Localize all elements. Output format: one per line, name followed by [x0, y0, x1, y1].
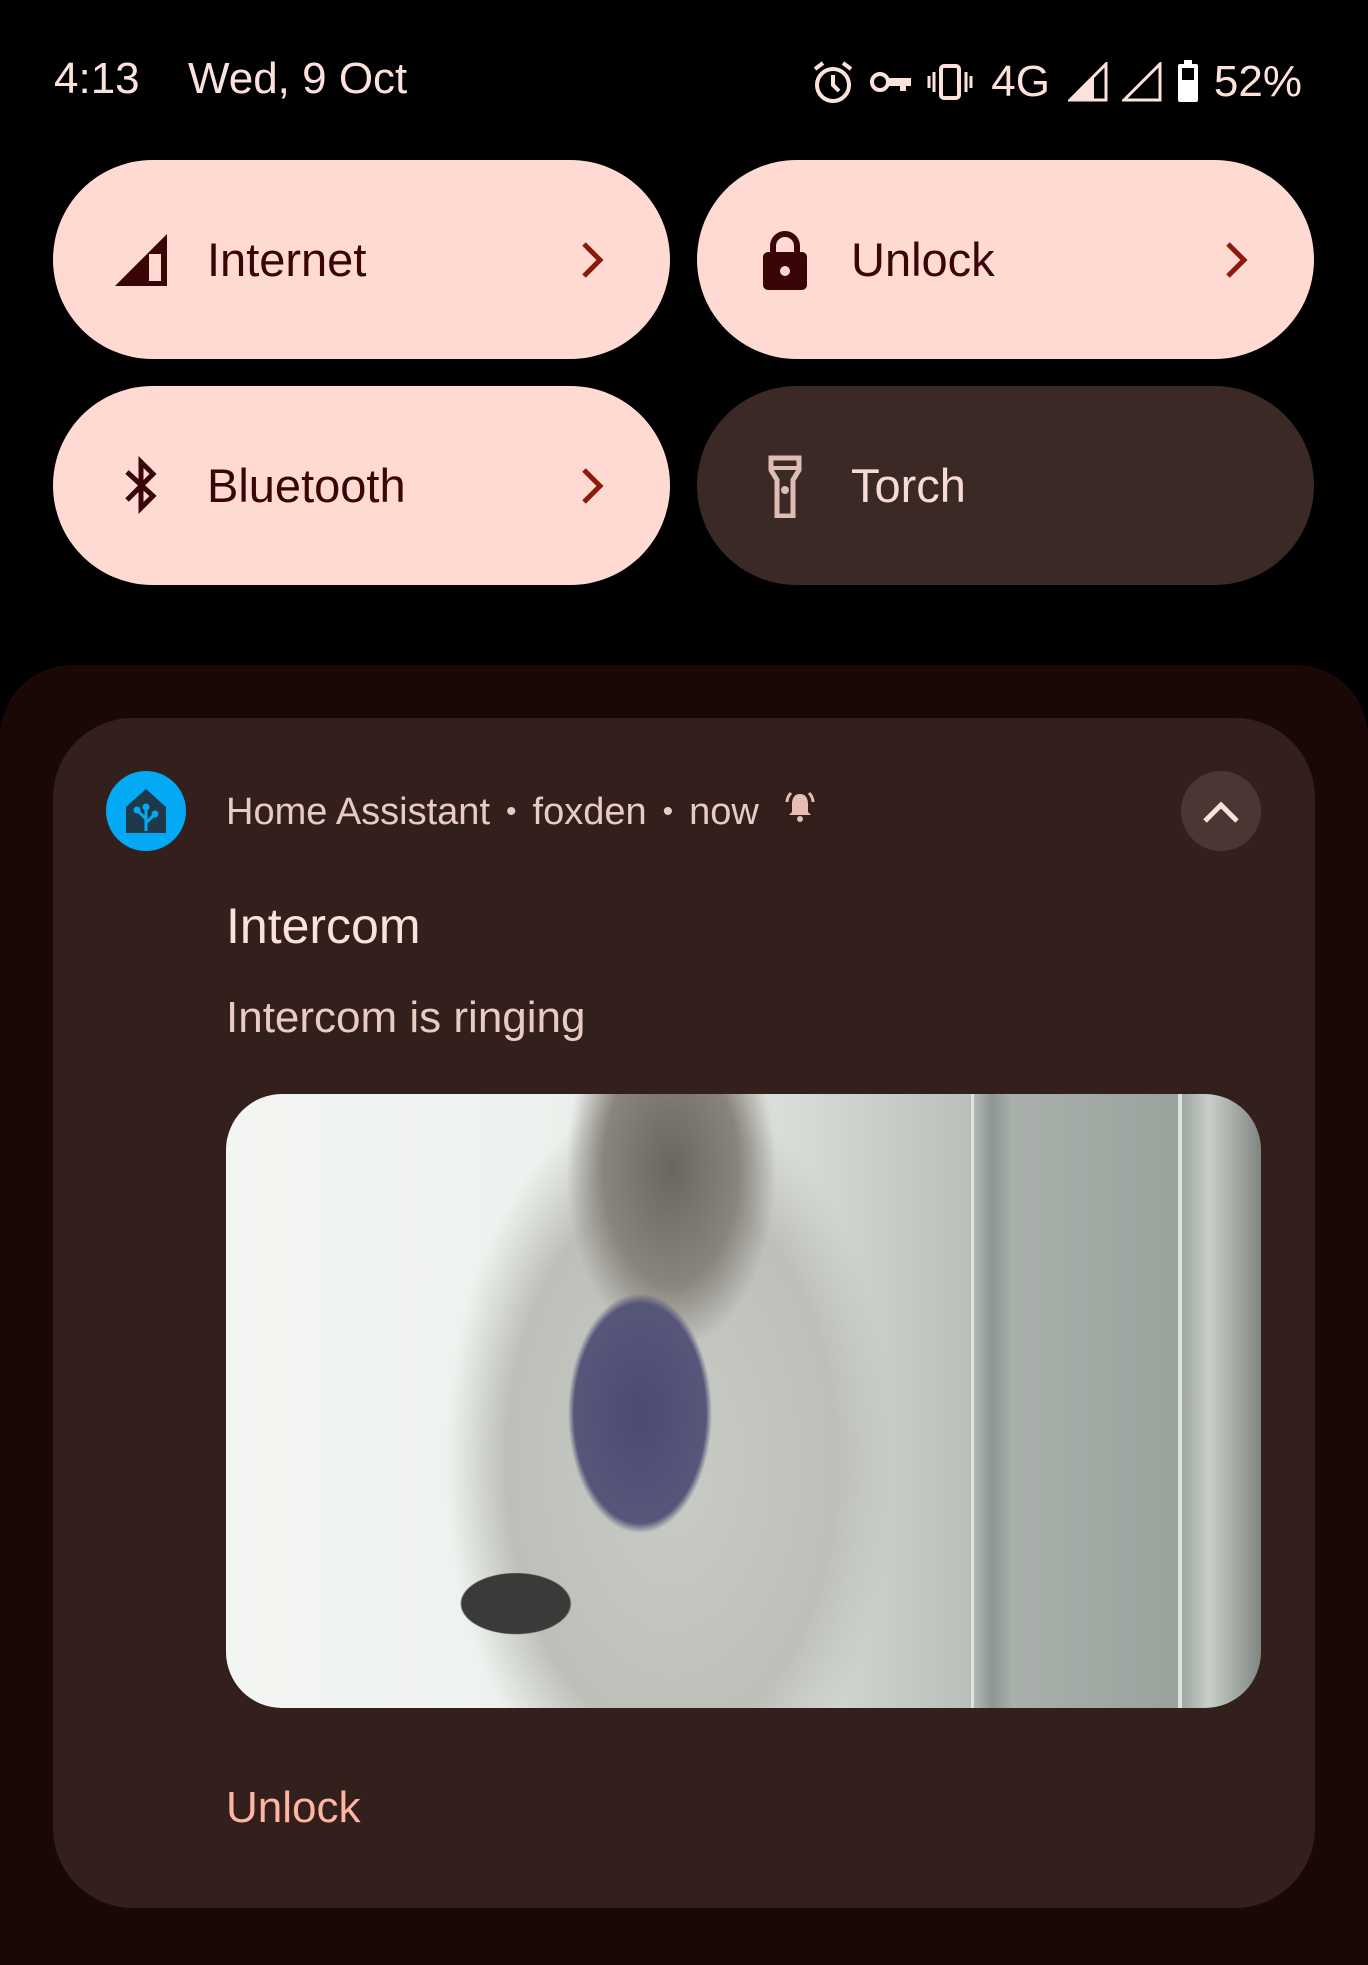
door-edge [1178, 1094, 1183, 1708]
tile-label: Torch [851, 459, 966, 512]
status-bar: 4:13 Wed, 9 Oct 4G 52% [0, 0, 1368, 160]
status-date: Wed, 9 Oct [188, 54, 408, 103]
intercom-camera-snapshot [226, 1094, 1261, 1708]
battery-percent: 52% [1213, 57, 1302, 106]
separator: • [506, 795, 517, 828]
notification-subtext: foxden [532, 791, 647, 833]
tile-bluetooth[interactable]: Bluetooth [53, 386, 670, 585]
notification-body: Intercom is ringing [226, 993, 586, 1042]
home-assistant-app-icon [106, 771, 186, 851]
cell-signal-icon [109, 228, 173, 292]
signal-icon [1121, 62, 1162, 102]
signal-icon [1067, 62, 1108, 102]
alerting-bell-icon [783, 790, 817, 834]
chevron-right-icon[interactable] [1216, 238, 1256, 282]
vibrate-icon [927, 62, 973, 102]
tile-unlock[interactable]: Unlock [697, 160, 1314, 359]
door-edge [971, 1094, 975, 1708]
alarm-icon [811, 59, 855, 105]
tile-torch[interactable]: Torch [697, 386, 1314, 585]
tile-label: Unlock [851, 233, 995, 286]
network-type: 4G [991, 57, 1050, 106]
tile-label: Internet [207, 233, 367, 286]
status-icons: 4G 52% [811, 54, 1302, 110]
flashlight-icon [753, 454, 817, 519]
notification-time: now [689, 791, 759, 833]
notification-title: Intercom [226, 898, 421, 954]
unlock-action-button[interactable]: Unlock [226, 1780, 361, 1836]
tile-label: Bluetooth [207, 459, 406, 512]
vpn-key-icon [869, 67, 913, 97]
collapse-button[interactable] [1181, 771, 1261, 851]
bluetooth-icon [109, 454, 173, 518]
tile-internet[interactable]: Internet [53, 160, 670, 359]
chevron-right-icon[interactable] [572, 464, 612, 508]
status-time: 4:13 [54, 54, 140, 103]
battery-icon [1176, 60, 1200, 104]
notification-card[interactable]: Home Assistant • foxden • now Intercom I… [53, 718, 1315, 1908]
chevron-right-icon[interactable] [572, 238, 612, 282]
lock-icon [753, 228, 817, 292]
app-name: Home Assistant [226, 791, 490, 833]
separator: • [662, 795, 674, 828]
notification-header: Home Assistant • foxden • now [226, 790, 817, 834]
